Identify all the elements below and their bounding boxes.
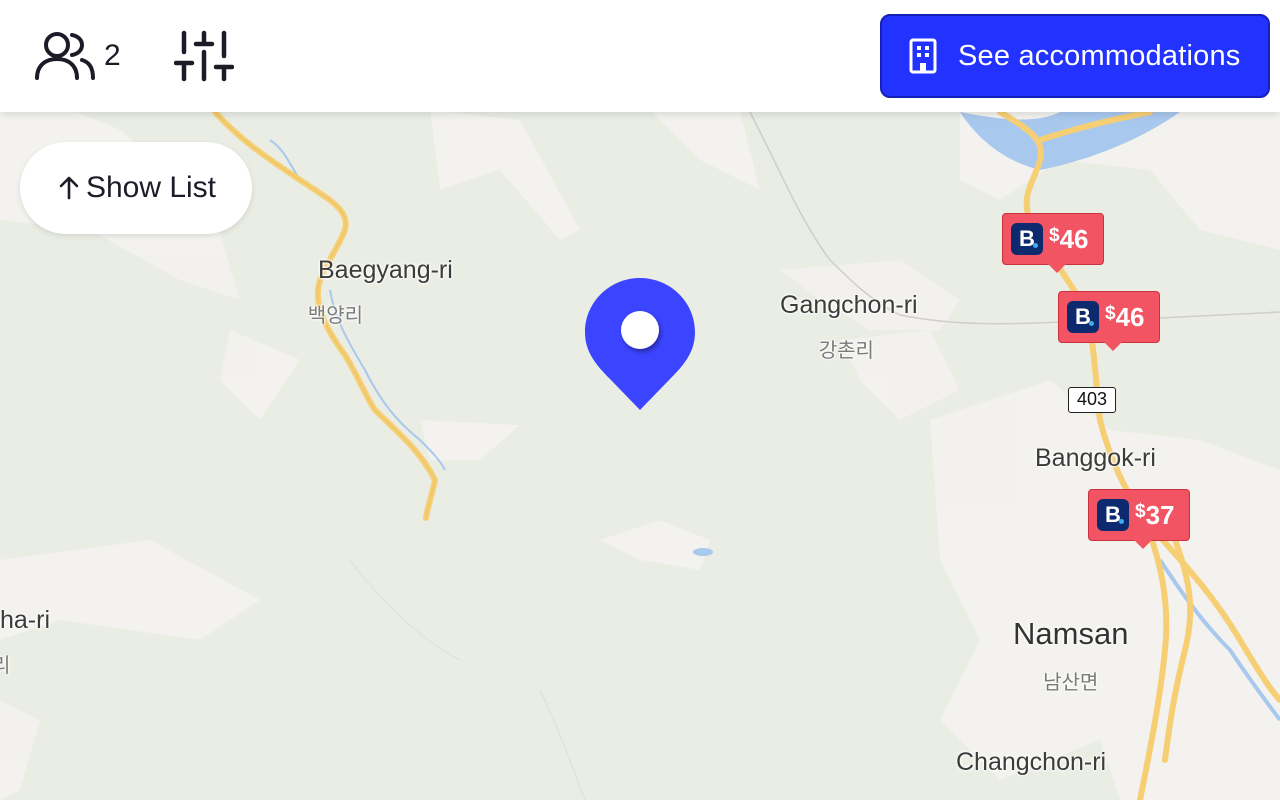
show-list-label: Show List xyxy=(85,171,217,204)
place-label-gangchon: Gangchon-ri 강촌리 xyxy=(780,291,918,363)
arrow-up-icon xyxy=(59,176,79,200)
see-accommodations-button[interactable]: See accommodations xyxy=(880,14,1270,98)
price-label: $37 xyxy=(1135,499,1175,530)
place-name: Gangchon-ri xyxy=(780,291,918,319)
place-native-name: 강촌리 xyxy=(818,340,874,362)
booking-logo-icon: B xyxy=(1097,499,1129,531)
top-bar: 2 See accommodations xyxy=(0,0,1280,112)
price-marker[interactable]: B $37 xyxy=(1088,489,1190,549)
booking-logo-icon: B xyxy=(1067,301,1099,333)
sliders-icon xyxy=(173,30,235,82)
place-label-namsan: Namsan 남산면 xyxy=(1013,616,1128,695)
price-marker[interactable]: B $46 xyxy=(1002,213,1104,273)
building-icon xyxy=(909,38,937,74)
price-label: $46 xyxy=(1049,223,1089,254)
place-native-name: 리 xyxy=(0,655,11,677)
show-list-button[interactable]: Show List xyxy=(20,142,252,234)
road-number-badge: 403 xyxy=(1068,387,1116,413)
place-name: Changchon-ri xyxy=(956,748,1107,776)
place-label-changchon: Changchon-ri xyxy=(956,748,1106,777)
place-name: Banggok-ri xyxy=(1035,444,1156,472)
price-marker[interactable]: B $46 xyxy=(1058,291,1160,351)
pin-center-dot xyxy=(621,311,659,349)
guests-button[interactable]: 2 xyxy=(34,30,121,82)
place-name: ha-ri xyxy=(0,606,51,634)
place-label-banggok: Banggok-ri xyxy=(1035,444,1156,473)
users-icon xyxy=(35,32,95,80)
location-pin-icon[interactable] xyxy=(584,277,696,412)
place-native-name: 백양리 xyxy=(307,305,363,327)
place-name: Namsan xyxy=(1013,616,1129,651)
see-accommodations-label: See accommodations xyxy=(958,39,1241,72)
place-label-baegyang: Baegyang-ri 백양리 xyxy=(308,256,453,328)
place-name: Baegyang-ri xyxy=(318,256,453,284)
booking-logo-icon: B xyxy=(1011,223,1043,255)
price-label: $46 xyxy=(1105,301,1145,332)
place-label-hari: ha-ri 리 xyxy=(0,606,50,678)
guest-count: 2 xyxy=(104,39,121,72)
place-native-name: 남산면 xyxy=(1043,672,1099,694)
filters-button[interactable] xyxy=(173,30,235,82)
